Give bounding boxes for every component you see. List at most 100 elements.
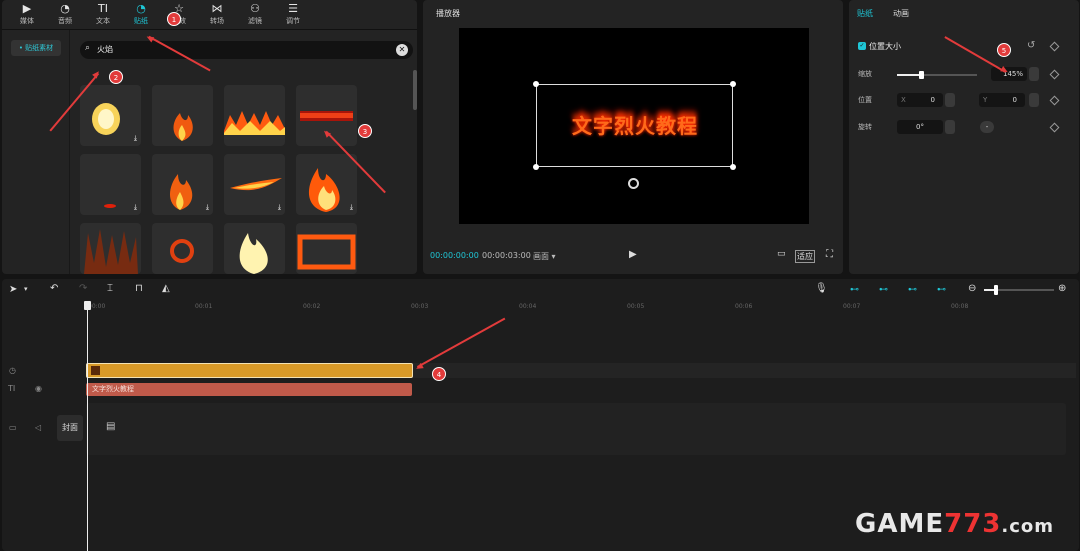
film-icon: ▤ xyxy=(106,421,116,432)
chart-icon[interactable]: ▭ xyxy=(777,249,786,259)
tab-text[interactable]: TI 文本 xyxy=(86,2,120,26)
snap-icon[interactable]: ⊷ xyxy=(908,285,917,295)
search-icon: ⌕ xyxy=(85,43,91,53)
keyframe-icon[interactable] xyxy=(1049,69,1060,80)
tab-sticker[interactable]: ◔ 贴纸 xyxy=(124,2,158,26)
fit-button[interactable]: 适应 xyxy=(795,250,815,263)
main-video-track[interactable]: ▤ xyxy=(86,403,1066,455)
scale-slider-knob[interactable] xyxy=(919,71,924,79)
tab-media[interactable]: ▶ 媒体 xyxy=(10,2,44,26)
cover-button[interactable]: 封面 xyxy=(57,415,83,441)
keyframe-icon[interactable] xyxy=(1049,122,1060,133)
ruler-tick: 00:03 xyxy=(411,303,429,310)
fire-sticker-icon xyxy=(170,239,194,263)
ruler-tick: 00:07 xyxy=(843,303,861,310)
sticker-scrollbar[interactable] xyxy=(413,70,417,110)
download-icon[interactable]: ⤓ xyxy=(206,203,209,212)
audio-mute-icon[interactable]: ◁ xyxy=(35,423,41,432)
checkbox-icon[interactable]: ✓ xyxy=(858,42,866,50)
download-icon[interactable]: ⤓ xyxy=(350,203,353,212)
keyframe-icon[interactable] xyxy=(1049,95,1060,106)
zoom-slider[interactable] xyxy=(984,285,1054,295)
sticker-thumb[interactable]: ⤓ xyxy=(80,154,141,215)
mirror-icon[interactable]: ◭ xyxy=(162,283,170,294)
tab-sticker-props[interactable]: 贴纸 xyxy=(857,8,873,19)
sticker-thumb[interactable] xyxy=(224,223,285,274)
sticker-thumb[interactable]: ⤓ xyxy=(296,154,357,215)
tab-animation[interactable]: 动画 xyxy=(893,8,909,19)
search-input[interactable]: ⌕ 火焰 ✕ xyxy=(80,41,413,59)
resize-handle[interactable] xyxy=(730,81,736,87)
sticker-icon: ◔ xyxy=(136,2,146,15)
clear-search-icon[interactable]: ✕ xyxy=(396,44,408,56)
download-icon[interactable]: ⤓ xyxy=(134,134,137,143)
resize-handle[interactable] xyxy=(533,81,539,87)
sticker-thumb[interactable] xyxy=(152,223,213,274)
position-x-field[interactable]: X0 xyxy=(897,93,943,107)
sticker-clip[interactable] xyxy=(86,363,413,378)
rotation-field[interactable]: 0° xyxy=(897,120,943,134)
undo-icon[interactable]: ↶ xyxy=(50,283,58,294)
tab-adjust[interactable]: ☰ 调节 xyxy=(276,2,310,26)
delete-icon[interactable]: ⊓ xyxy=(135,283,143,294)
select-cursor-icon[interactable]: ➤ xyxy=(9,284,17,295)
eye-icon[interactable]: ◉ xyxy=(35,384,42,393)
properties-panel: 贴纸 动画 ✓ 位置大小 ↺ 缩放 145% 位置 X0 Y0 旋转 0° - xyxy=(849,0,1079,274)
ruler-tick: 00:02 xyxy=(303,303,321,310)
rotate-dial-icon[interactable]: - xyxy=(980,121,994,133)
playhead[interactable] xyxy=(84,301,91,551)
sticker-material-chip[interactable]: • 贴纸素材 xyxy=(11,40,61,56)
audio-icon: ◔ xyxy=(60,2,70,15)
sticker-sidebar: • 贴纸素材 xyxy=(2,30,70,274)
filter-icon: ⚇ xyxy=(250,2,260,15)
rotation-stepper[interactable] xyxy=(945,120,955,134)
download-icon[interactable]: ⤓ xyxy=(278,203,281,212)
resize-handle[interactable] xyxy=(730,164,736,170)
sticker-thumb[interactable] xyxy=(80,223,141,274)
download-icon[interactable]: ⤓ xyxy=(134,203,137,212)
scale-slider[interactable] xyxy=(897,71,977,79)
position-y-field[interactable]: Y0 xyxy=(979,93,1025,107)
zoom-out-icon[interactable]: ⊖ xyxy=(968,283,976,294)
material-panel: ▶媒体 ◔音频 TI文本 ◔贴纸 ☆特效 ⋈转场 ⚇滤镜 ☰调节 • 贴纸素材 … xyxy=(2,0,417,274)
microphone-icon[interactable]: 🎙 xyxy=(815,283,828,294)
reset-icon[interactable]: ↺ xyxy=(1027,40,1035,51)
rotate-handle-icon[interactable] xyxy=(628,178,639,189)
y-stepper[interactable] xyxy=(1029,93,1039,107)
preview-canvas[interactable]: 文字烈火教程 xyxy=(459,28,809,224)
annotation-marker: 4 xyxy=(432,367,446,381)
text-clip[interactable]: 文字烈火教程 xyxy=(86,383,412,396)
magnet-icon[interactable]: ⊷ xyxy=(879,285,888,295)
zoom-in-icon[interactable]: ⊕ xyxy=(1058,283,1066,294)
fire-sticker-icon xyxy=(239,233,268,274)
tab-audio[interactable]: ◔ 音频 xyxy=(48,2,82,26)
x-stepper[interactable] xyxy=(945,93,955,107)
player-panel: 播放器 文字烈火教程 00:00:00:00 00:00:03:00 画面 ▾ … xyxy=(423,0,843,274)
sticker-thumb[interactable]: ⤓ xyxy=(80,85,141,146)
sticker-thumb[interactable]: ⤓ xyxy=(152,154,213,215)
play-button[interactable]: ▶ xyxy=(629,249,637,260)
sticker-thumb[interactable]: ⤓ xyxy=(224,154,285,215)
keyframe-icon[interactable] xyxy=(1049,41,1060,52)
annotation-marker: 3 xyxy=(358,124,372,138)
text-icon: TI xyxy=(98,2,108,15)
split-icon[interactable]: ⌶ xyxy=(107,283,113,294)
sticker-thumb[interactable] xyxy=(224,85,285,146)
ratio-dropdown[interactable]: 画面 ▾ xyxy=(533,251,556,262)
tab-transition[interactable]: ⋈ 转场 xyxy=(200,2,234,26)
resize-handle[interactable] xyxy=(533,164,539,170)
sticker-thumb[interactable] xyxy=(152,85,213,146)
fullscreen-icon[interactable]: ⛶ xyxy=(826,249,833,260)
media-icon: ▶ xyxy=(22,2,32,15)
link-icon[interactable]: ⊷ xyxy=(850,285,859,295)
scale-stepper[interactable] xyxy=(1029,67,1039,81)
preview-fire-text: 文字烈火教程 xyxy=(572,114,698,138)
tab-filter[interactable]: ⚇ 滤镜 xyxy=(238,2,272,26)
sticker-thumb[interactable] xyxy=(296,223,357,274)
sticker-selection-box[interactable]: 文字烈火教程 xyxy=(533,81,736,170)
current-time: 00:00:00:00 xyxy=(430,251,479,260)
cursor-dropdown-icon[interactable]: ▾ xyxy=(24,285,28,293)
preview-axis-icon[interactable]: ⊷ xyxy=(937,285,946,295)
redo-icon[interactable]: ↷ xyxy=(79,283,87,294)
time-ruler[interactable]: 00:00 00:01 00:02 00:03 00:04 00:05 00:0… xyxy=(86,301,1076,315)
